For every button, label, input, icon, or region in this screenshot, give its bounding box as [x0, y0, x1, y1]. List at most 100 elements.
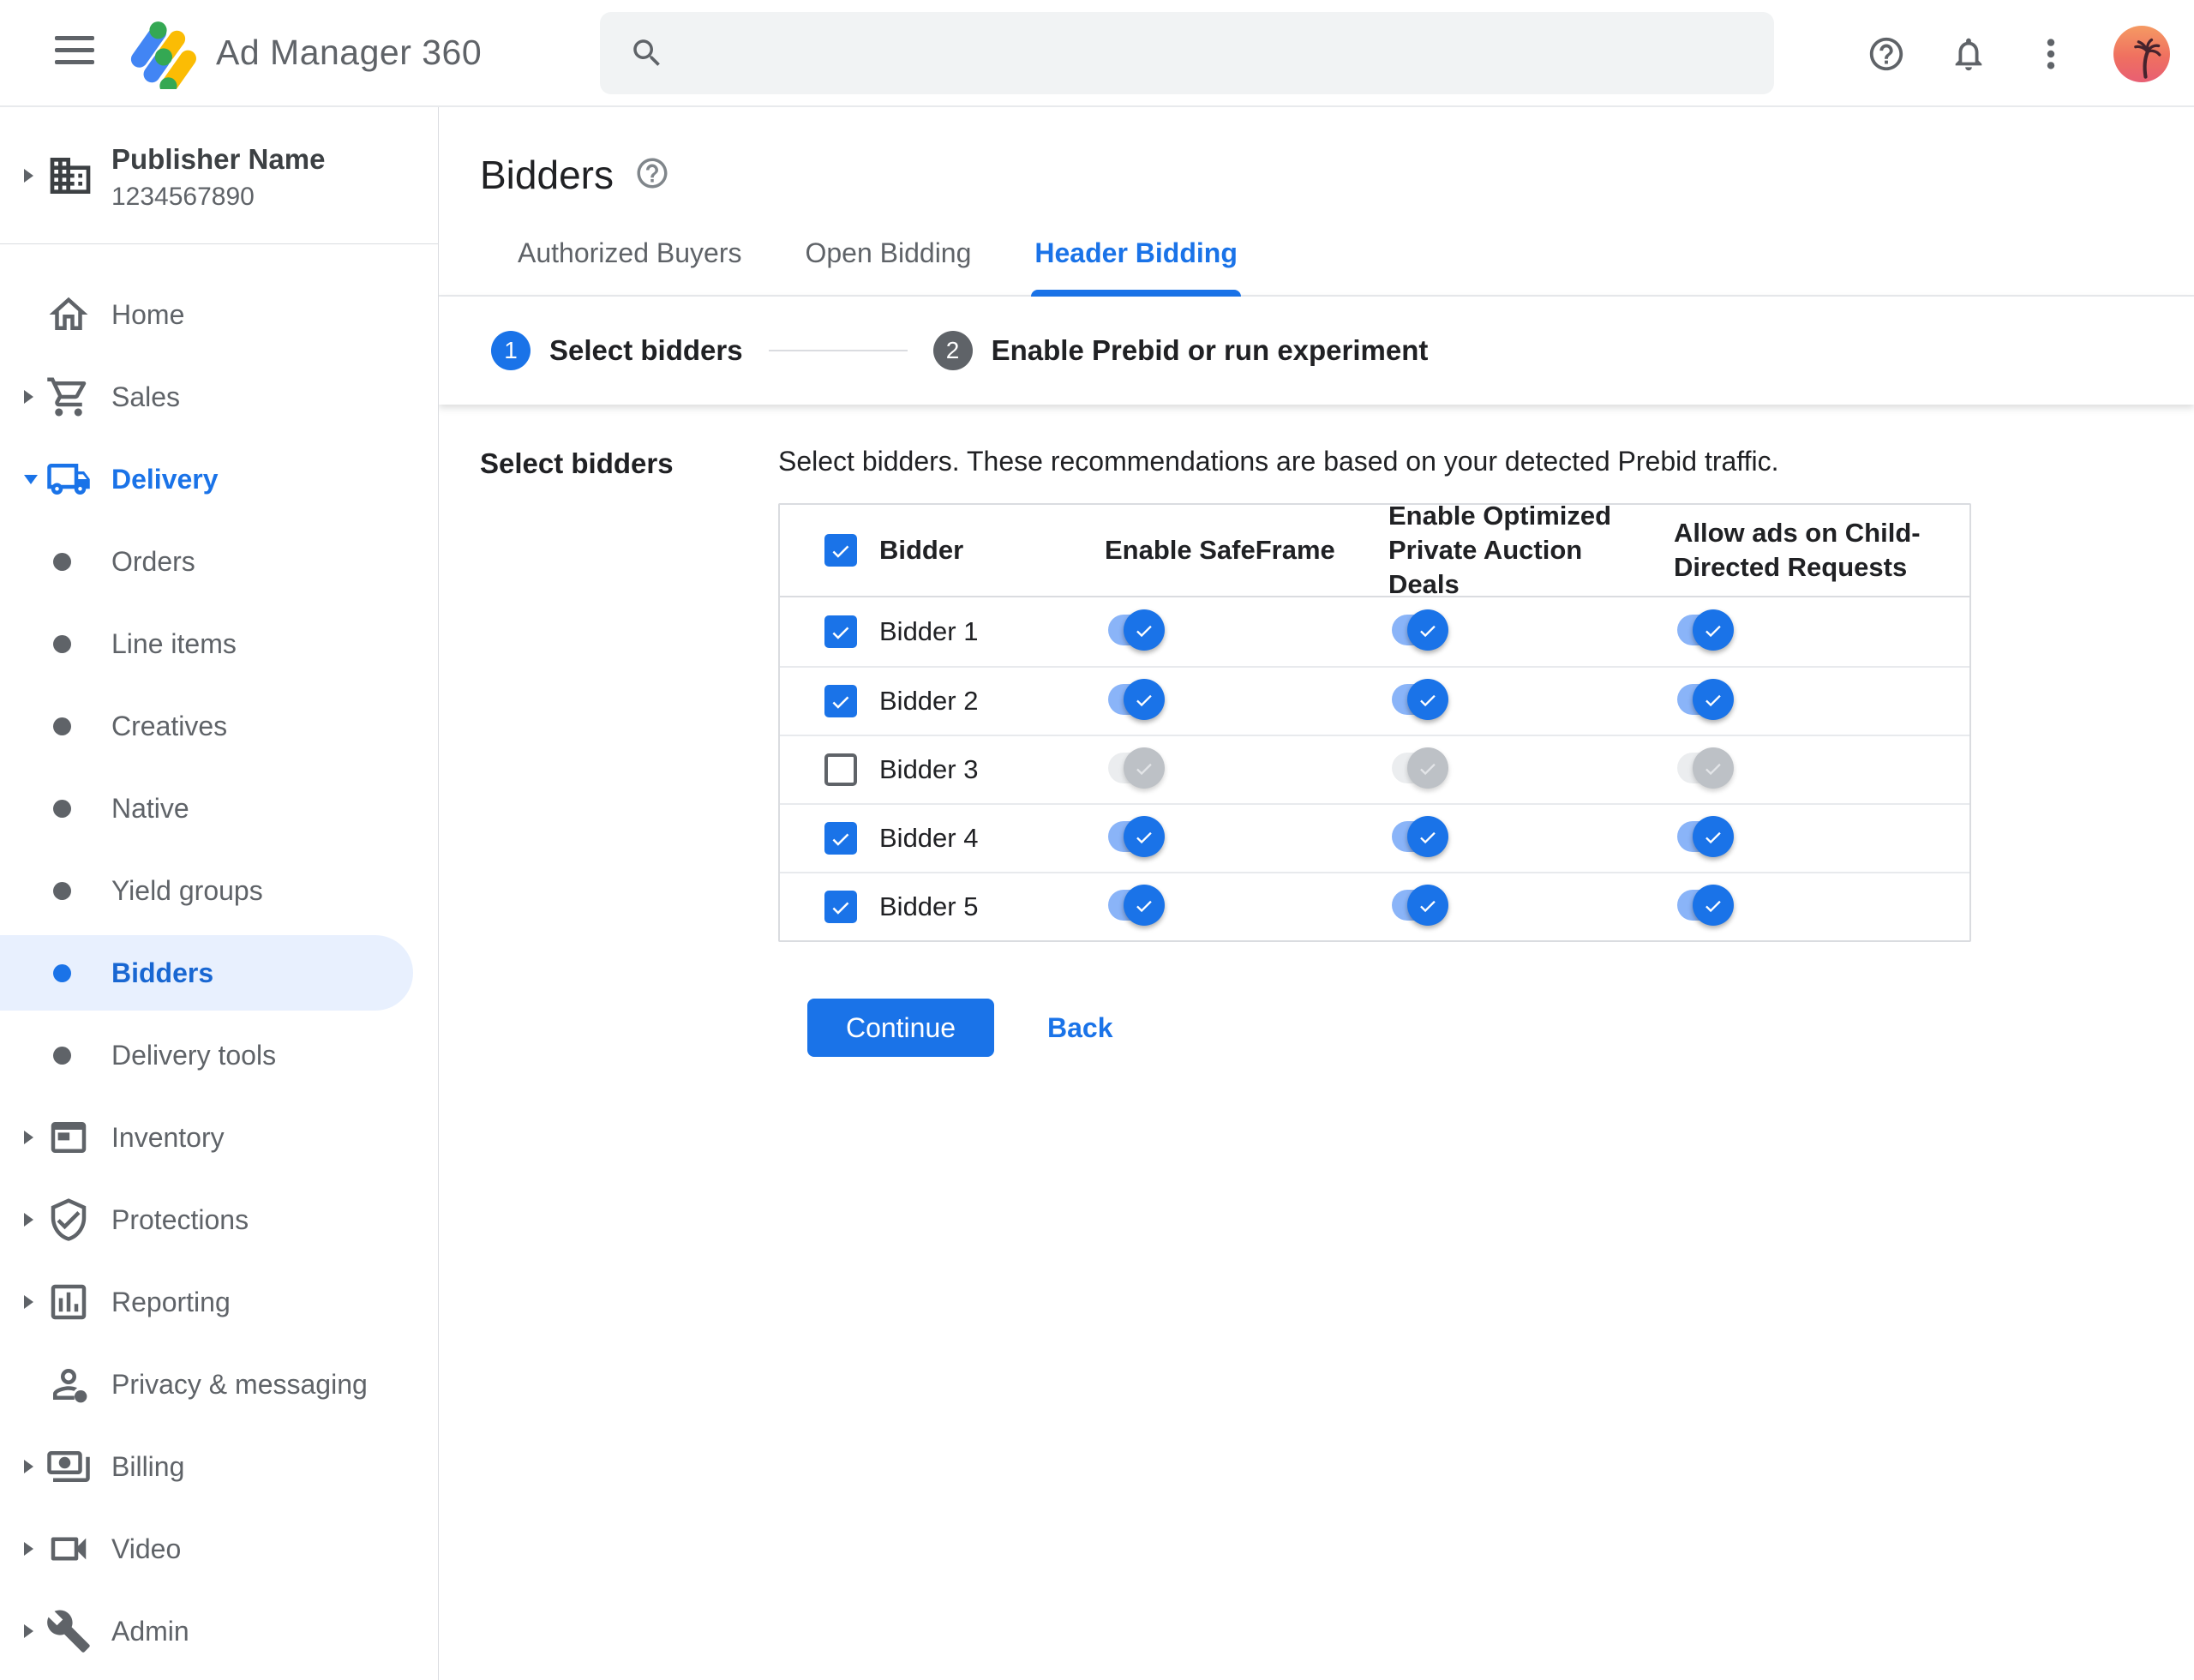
sidebar-item-inventory[interactable]: Inventory — [0, 1096, 438, 1179]
back-link[interactable]: Back — [1047, 1012, 1113, 1044]
toggle-knob — [1693, 609, 1734, 651]
bullet-icon — [53, 717, 71, 735]
person-icon — [45, 1360, 93, 1408]
optimized-private-auction-toggle[interactable] — [1392, 609, 1448, 651]
sidebar-item-reporting[interactable]: Reporting — [0, 1261, 438, 1343]
sidebar-item-label: Orders — [111, 545, 195, 577]
house-icon — [45, 291, 93, 339]
publisher-id: 1234567890 — [111, 183, 255, 211]
select-all-checkbox[interactable] — [824, 534, 857, 567]
row-checkbox[interactable] — [824, 891, 857, 923]
sidebar-item-bidders[interactable]: Bidders — [0, 932, 438, 1014]
sidebar-item-home[interactable]: Home — [0, 273, 438, 356]
more-vert-icon[interactable] — [2031, 34, 2071, 74]
row-checkbox[interactable] — [824, 615, 857, 648]
bullet-icon — [53, 963, 71, 982]
sidebar-item-label: Protections — [111, 1203, 249, 1235]
optimized-private-auction-toggle[interactable] — [1392, 815, 1448, 857]
ad-unit-icon — [45, 1113, 93, 1161]
publisher-name: Publisher Name — [111, 143, 326, 175]
toggle-knob — [1124, 678, 1165, 720]
safeframe-toggle[interactable] — [1108, 884, 1165, 926]
shopping-cart-icon — [45, 373, 93, 421]
expand-arrow-icon — [24, 169, 33, 183]
table-row: Bidder 2 — [780, 666, 1969, 735]
toggle-knob — [1693, 678, 1734, 720]
bidder-name: Bidder 1 — [879, 616, 979, 646]
child-directed-toggle[interactable] — [1677, 747, 1734, 789]
row-checkbox[interactable] — [824, 753, 857, 786]
sidebar-item-video[interactable]: Video — [0, 1508, 438, 1590]
toggle-knob — [1693, 815, 1734, 857]
safeframe-toggle[interactable] — [1108, 678, 1165, 720]
tab-authorized-buyers[interactable]: Authorized Buyers — [514, 237, 745, 295]
step-enable-prebid: 2 Enable Prebid or run experiment — [932, 331, 1428, 370]
ad-manager-logo — [125, 14, 201, 95]
sidebar-item-orders[interactable]: Orders — [0, 520, 438, 603]
optimized-private-auction-toggle[interactable] — [1392, 678, 1448, 720]
step-connector — [768, 350, 908, 351]
sidebar-item-delivery[interactable]: Delivery — [0, 438, 438, 520]
optimized-private-auction-toggle[interactable] — [1392, 747, 1448, 789]
help-icon[interactable] — [1867, 34, 1906, 74]
building-icon — [46, 152, 94, 204]
sidebar-item-admin[interactable]: Admin — [0, 1590, 438, 1672]
child-directed-toggle[interactable] — [1677, 815, 1734, 857]
page-help-icon[interactable] — [634, 155, 670, 195]
sidebar-item-label: Privacy & messaging — [111, 1368, 368, 1400]
publisher-switcher[interactable]: Publisher Name 1234567890 — [0, 107, 438, 244]
child-directed-toggle[interactable] — [1677, 609, 1734, 651]
sidebar-item-billing[interactable]: Billing — [0, 1425, 438, 1508]
notifications-icon[interactable] — [1949, 34, 1988, 74]
bidder-name: Bidder 3 — [879, 754, 979, 784]
optimized-private-auction-toggle[interactable] — [1392, 884, 1448, 926]
bidder-name: Bidder 2 — [879, 686, 979, 716]
page-title: Bidders — [480, 153, 614, 197]
sidebar-item-yield-groups[interactable]: Yield groups — [0, 849, 438, 932]
child-directed-toggle[interactable] — [1677, 884, 1734, 926]
tab-header-bidding[interactable]: Header Bidding — [1031, 237, 1242, 297]
column-header: Allow ads on Child-Directed Requests — [1674, 518, 1921, 582]
sidebar-item-line-items[interactable]: Line items — [0, 603, 438, 685]
child-directed-toggle[interactable] — [1677, 678, 1734, 720]
bullet-icon — [53, 634, 71, 653]
sidebar-item-label: Bidders — [111, 957, 214, 988]
expand-arrow-icon — [24, 1295, 33, 1309]
row-checkbox[interactable] — [824, 822, 857, 855]
video-camera-icon — [45, 1525, 93, 1573]
search-input[interactable] — [600, 12, 1774, 94]
toggle-knob — [1407, 609, 1448, 651]
step-number: 1 — [491, 331, 531, 370]
safeframe-toggle[interactable] — [1108, 747, 1165, 789]
toggle-knob — [1407, 678, 1448, 720]
column-header: Bidder — [879, 535, 964, 565]
wrench-icon — [45, 1607, 93, 1655]
sidebar-item-protections[interactable]: Protections — [0, 1179, 438, 1261]
continue-button[interactable]: Continue — [807, 999, 994, 1057]
column-header: Enable SafeFrame — [1105, 535, 1335, 565]
sidebar-item-creatives[interactable]: Creatives — [0, 685, 438, 767]
sidebar-item-label: Delivery tools — [111, 1039, 277, 1071]
tab-bar: Authorized Buyers Open Bidding Header Bi… — [439, 237, 2194, 297]
sidebar-item-label: Billing — [111, 1450, 185, 1482]
safeframe-toggle[interactable] — [1108, 815, 1165, 857]
sidebar-item-delivery-tools[interactable]: Delivery tools — [0, 1014, 438, 1096]
tab-open-bidding[interactable]: Open Bidding — [801, 237, 974, 295]
sidebar-item-label: Yield groups — [111, 874, 263, 906]
sidebar-item-privacy-messaging[interactable]: Privacy & messaging — [0, 1343, 438, 1425]
row-checkbox[interactable] — [824, 685, 857, 717]
shield-check-icon — [45, 1196, 93, 1244]
toggle-knob — [1407, 884, 1448, 926]
sidebar-item-sales[interactable]: Sales — [0, 356, 438, 438]
bullet-icon — [53, 552, 71, 571]
table-header-row: Bidder Enable SafeFrame Enable Optimized… — [780, 501, 1969, 599]
menu-icon[interactable] — [55, 36, 94, 70]
safeframe-toggle[interactable] — [1108, 609, 1165, 651]
sidebar-item-label: Sales — [111, 381, 181, 412]
column-header: Enable Optimized Private Auction Deals — [1388, 501, 1612, 599]
sidebar-item-label: Creatives — [111, 710, 228, 741]
sidebar-item-label: Delivery — [111, 463, 219, 495]
sidebar-item-native[interactable]: Native — [0, 767, 438, 849]
sidebar-item-label: Reporting — [111, 1286, 231, 1317]
avatar[interactable] — [2113, 25, 2170, 82]
